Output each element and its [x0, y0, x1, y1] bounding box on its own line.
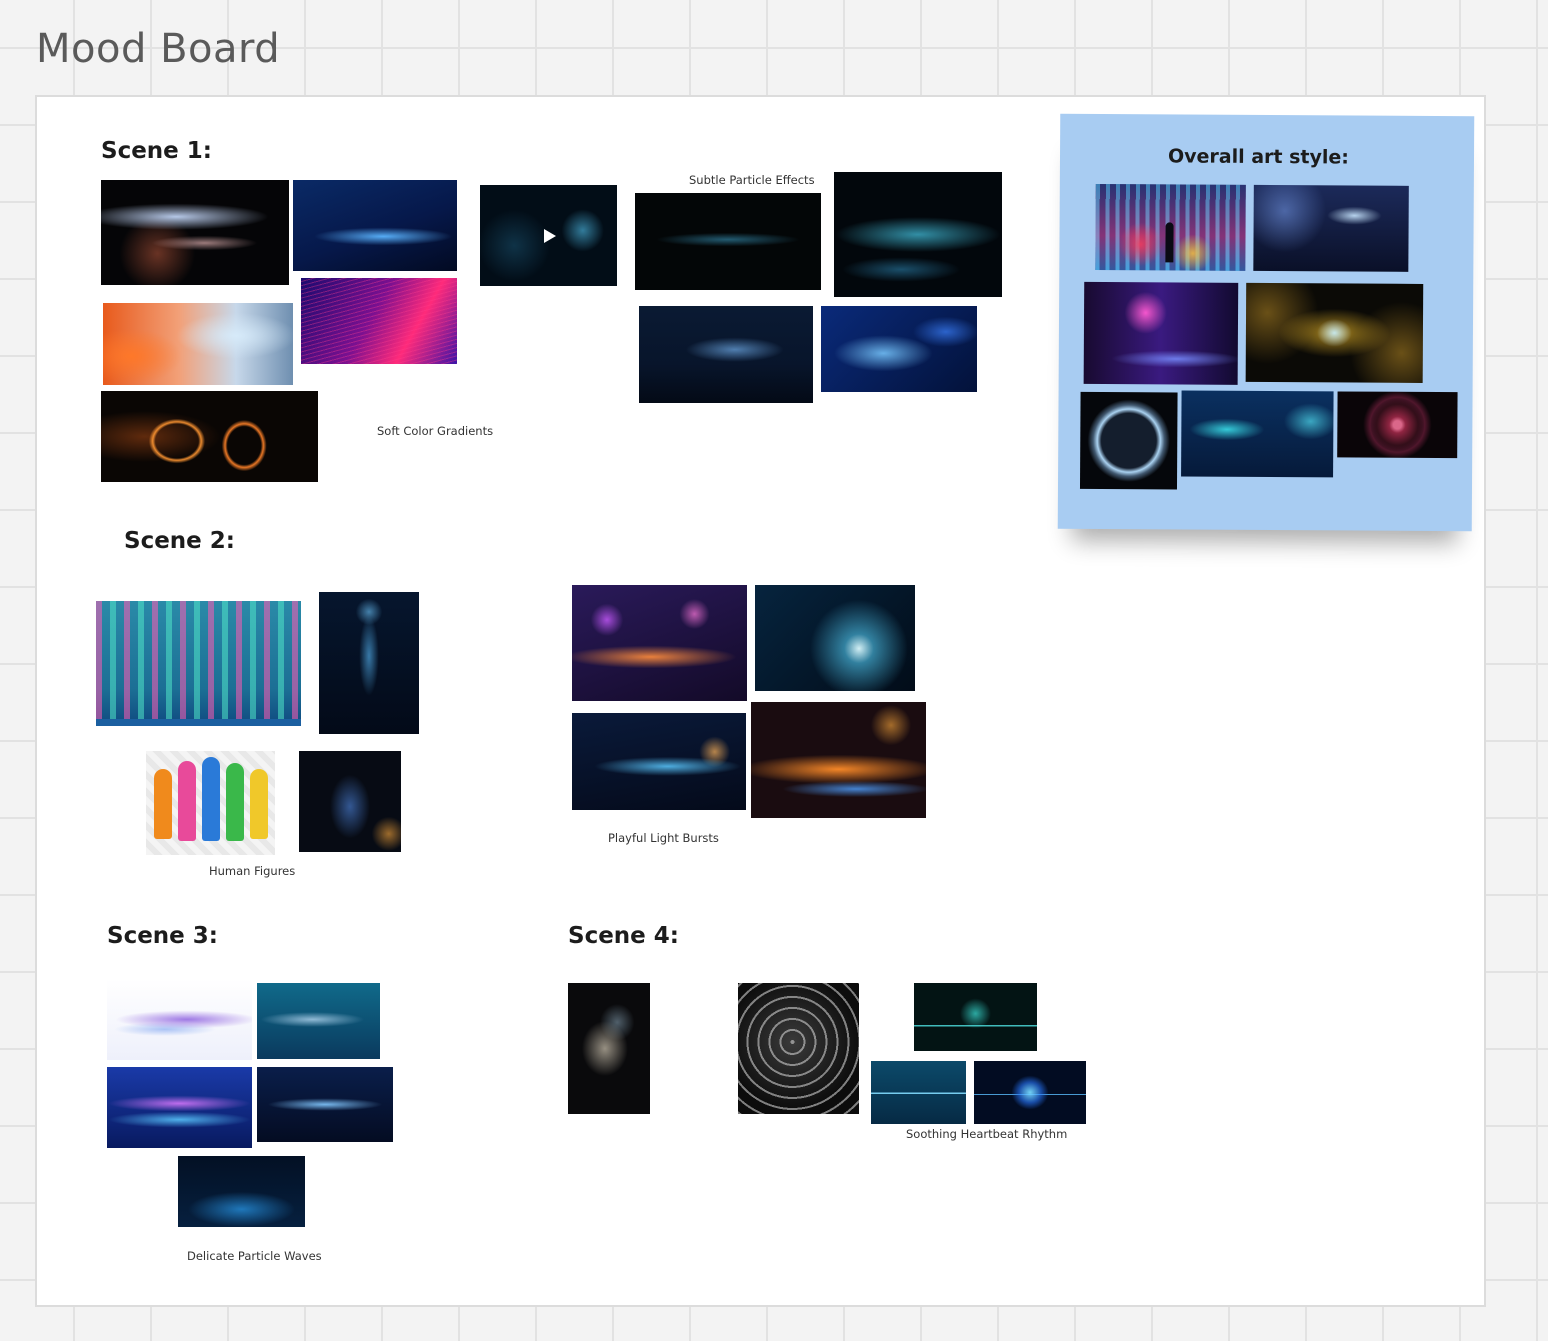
style-image-golden-fractal[interactable]: [1245, 282, 1424, 383]
style-image-glass-sphere[interactable]: [1079, 391, 1178, 490]
scene1-image-blue-wave[interactable]: [293, 180, 457, 271]
overall-art-style-heading: Overall art style:: [1167, 145, 1349, 169]
style-image-immersive-room[interactable]: [1095, 183, 1246, 271]
board-title: Mood Board: [36, 26, 281, 72]
scene4-image-concentric-ripples[interactable]: [738, 983, 859, 1114]
scene4-image-ecg-line[interactable]: [871, 1061, 966, 1124]
scene1-video-thumbnail[interactable]: [480, 185, 617, 286]
scene4-image-smoke-wisps[interactable]: [568, 983, 650, 1114]
walker-orange: [154, 769, 172, 839]
scene4-image-glowing-heart[interactable]: [974, 1061, 1086, 1124]
scene4-image-heart-pulse[interactable]: [914, 983, 1037, 1051]
scene1-image-orange-smoke[interactable]: [103, 303, 293, 385]
caption-playful-light-bursts: Playful Light Bursts: [608, 831, 719, 845]
caption-delicate-particle-waves: Delicate Particle Waves: [187, 1249, 322, 1263]
scene1-image-neon-mesh[interactable]: [301, 278, 457, 364]
style-image-cyan-particles[interactable]: [1181, 390, 1334, 478]
scene2-image-crowd-silhouettes[interactable]: [96, 601, 301, 726]
style-image-luminous-gallery[interactable]: [1253, 184, 1409, 272]
walker-blue: [202, 757, 220, 841]
scene2-image-particle-human[interactable]: [319, 592, 419, 734]
scene3-image-lavender-wave[interactable]: [107, 979, 252, 1060]
style-image-crimson-flower[interactable]: [1337, 391, 1458, 459]
walker-yellow: [250, 769, 268, 839]
scene3-image-blue-ripple[interactable]: [257, 1067, 393, 1142]
scene3-image-neon-ribbons[interactable]: [107, 1067, 252, 1148]
caption-soothing-heartbeat-rhythm: Soothing Heartbeat Rhythm: [906, 1127, 1068, 1141]
scene2-image-light-highway[interactable]: [751, 702, 926, 818]
style-image-figure-silhouette: [1165, 222, 1174, 263]
caption-subtle-particle-effects: Subtle Particle Effects: [689, 173, 815, 187]
scene-3-heading: Scene 3:: [107, 923, 218, 949]
overall-art-style-sticky-note[interactable]: Overall art style:: [1057, 113, 1475, 532]
scene1-image-particle-stream[interactable]: [635, 193, 821, 290]
scene1-image-orange-light-loop[interactable]: [101, 391, 318, 482]
scene2-image-colorful-walkers[interactable]: [146, 751, 275, 855]
scene2-image-bokeh-streaks[interactable]: [572, 585, 747, 701]
caption-human-figures: Human Figures: [209, 864, 296, 878]
walker-green: [226, 763, 244, 841]
scene1-image-light-swirl[interactable]: [101, 180, 289, 285]
walker-pink: [178, 761, 196, 841]
play-icon[interactable]: [543, 228, 556, 243]
scene-1-heading: Scene 1:: [101, 138, 212, 164]
scene2-image-cyan-burst[interactable]: [755, 585, 915, 691]
scene2-image-sparkle-body[interactable]: [299, 751, 401, 852]
scene2-image-fiber-optics[interactable]: [572, 713, 746, 810]
scene-4-heading: Scene 4:: [568, 923, 679, 949]
scene1-image-blue-smoke[interactable]: [639, 306, 813, 403]
scene1-image-blue-flow[interactable]: [821, 306, 977, 392]
scene1-image-particle-field[interactable]: [834, 172, 1002, 297]
scene3-image-particle-terrain[interactable]: [178, 1156, 305, 1227]
caption-soft-color-gradients: Soft Color Gradients: [377, 424, 494, 438]
scene3-image-teal-current[interactable]: [257, 983, 380, 1059]
scene-2-heading: Scene 2:: [124, 528, 235, 554]
scene2-image-crowd-watermark-bar: [96, 719, 301, 726]
style-image-pink-orb[interactable]: [1083, 281, 1239, 385]
